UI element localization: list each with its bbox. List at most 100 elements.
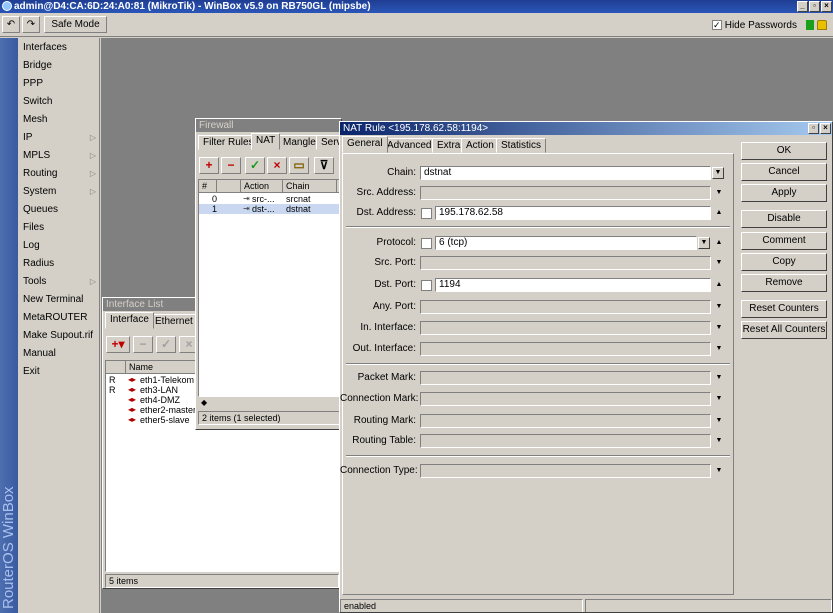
any-port-expand-icon[interactable]: ▼ (713, 300, 725, 314)
sidebar-item-interfaces[interactable]: Interfaces (18, 39, 100, 57)
col-flag[interactable] (106, 361, 126, 374)
table-row[interactable]: 0 ⇥ src-... srcnat (199, 194, 340, 204)
comment-rule-button[interactable]: ▭ (289, 157, 309, 174)
remove-rule-button[interactable]: − (221, 157, 241, 174)
src-address-expand-icon[interactable]: ▼ (713, 186, 725, 200)
sidebar-item-log[interactable]: Log (18, 237, 100, 255)
protocol-collapse-icon[interactable]: ▲ (713, 236, 725, 250)
sidebar-item-files[interactable]: Files (18, 219, 100, 237)
copy-button[interactable]: Copy (741, 253, 827, 271)
maximize-icon[interactable]: ▫ (808, 123, 819, 134)
dst-port-input[interactable]: 1194 (435, 278, 711, 292)
tab-advanced[interactable]: Advanced (382, 138, 437, 153)
sidebar-item-mesh[interactable]: Mesh (18, 111, 100, 129)
col-chain[interactable]: Chain (283, 180, 337, 193)
ok-button[interactable]: OK (741, 142, 827, 160)
cancel-button[interactable]: Cancel (741, 163, 827, 181)
dst-port-not-checkbox[interactable] (421, 280, 432, 291)
tab-nat[interactable]: NAT (251, 133, 281, 150)
tab-mangle[interactable]: Mangle (278, 135, 321, 150)
sidebar-item-metarouter[interactable]: MetaROUTER (18, 309, 100, 327)
src-address-input[interactable] (420, 186, 711, 200)
protocol-not-checkbox[interactable] (421, 238, 432, 249)
close-icon[interactable]: × (821, 1, 832, 12)
protocol-select[interactable]: 6 (tcp) (435, 236, 697, 250)
tab-general[interactable]: General (342, 136, 388, 153)
window-title-bar[interactable]: admin@D4:CA:6D:24:A0:81 (MikroTik) - Win… (0, 0, 833, 13)
hide-passwords-option[interactable]: ✓ Hide Passwords (711, 19, 827, 31)
sidebar-item-exit[interactable]: Exit (18, 363, 100, 381)
routing-mark-select[interactable] (420, 414, 711, 428)
enable-rule-button[interactable]: ✓ (245, 157, 265, 174)
out-interface-select[interactable] (420, 342, 711, 356)
protocol-dropdown-icon[interactable]: ▼ (698, 237, 710, 249)
routing-mark-expand-icon[interactable]: ▼ (713, 414, 725, 428)
sidebar-item-tools[interactable]: Tools ▷ (18, 273, 100, 291)
nat-rule-window[interactable]: NAT Rule <195.178.62.58:1194> ▫ × Genera… (339, 121, 833, 613)
packet-mark-select[interactable] (420, 371, 711, 385)
add-interface-button[interactable]: +▾ (106, 336, 130, 353)
nat-rule-title[interactable]: NAT Rule <195.178.62.58:1194> ▫ × (340, 122, 832, 135)
enable-interface-button[interactable]: ✓ (156, 336, 176, 353)
table-row[interactable]: 1 ⇥ dst-... dstnat (199, 204, 340, 214)
in-interface-expand-icon[interactable]: ▼ (713, 321, 725, 335)
dst-address-input[interactable]: 195.178.62.58 (435, 206, 711, 220)
out-interface-expand-icon[interactable]: ▼ (713, 342, 725, 356)
sidebar-item-ip[interactable]: IP ▷ (18, 129, 100, 147)
connection-mark-select[interactable] (420, 392, 711, 406)
sidebar-item-manual[interactable]: Manual (18, 345, 100, 363)
scroll-left-icon[interactable]: ◆ (198, 398, 341, 408)
sidebar-item-queues[interactable]: Queues (18, 201, 100, 219)
src-port-input[interactable] (420, 256, 711, 270)
sidebar-item-make-supout-rif[interactable]: Make Supout.rif (18, 327, 100, 345)
undo-button[interactable]: ↶ (2, 16, 20, 33)
tab-action[interactable]: Action (461, 138, 499, 153)
connection-mark-expand-icon[interactable]: ▼ (713, 392, 725, 406)
dst-port-collapse-icon[interactable]: ▲ (713, 278, 725, 292)
dst-address-not-checkbox[interactable] (421, 208, 432, 219)
hide-passwords-checkbox[interactable]: ✓ (711, 20, 722, 30)
connection-type-select[interactable] (420, 464, 711, 478)
remove-interface-button[interactable]: − (133, 336, 153, 353)
sidebar-item-bridge[interactable]: Bridge (18, 57, 100, 75)
chain-dropdown-icon[interactable]: ▼ (712, 167, 724, 179)
any-port-input[interactable] (420, 300, 711, 314)
firewall-window[interactable]: Firewall Filter Rules NAT Mangle Serv + … (195, 118, 342, 430)
tab-statistics[interactable]: Statistics (496, 138, 547, 153)
col-flags[interactable] (217, 180, 241, 193)
safe-mode-button[interactable]: Safe Mode (44, 16, 107, 33)
sidebar-item-switch[interactable]: Switch (18, 93, 100, 111)
close-icon[interactable]: × (820, 123, 831, 134)
in-interface-select[interactable] (420, 321, 711, 335)
packet-mark-expand-icon[interactable]: ▼ (713, 371, 725, 385)
disable-button[interactable]: Disable (741, 210, 827, 228)
connection-type-expand-icon[interactable]: ▼ (713, 464, 725, 478)
sidebar-item-new-terminal[interactable]: New Terminal (18, 291, 100, 309)
chain-select[interactable]: dstnat (420, 166, 711, 180)
routing-table-select[interactable] (420, 434, 711, 448)
firewall-title[interactable]: Firewall (196, 119, 341, 132)
tab-filter-rules[interactable]: Filter Rules (198, 135, 259, 150)
tab-ethernet[interactable]: Ethernet (150, 314, 198, 329)
sidebar-item-system[interactable]: System ▷ (18, 183, 100, 201)
remove-button[interactable]: Remove (741, 274, 827, 292)
sidebar-item-mpls[interactable]: MPLS ▷ (18, 147, 100, 165)
src-port-expand-icon[interactable]: ▼ (713, 256, 725, 270)
tab-interface[interactable]: Interface (105, 312, 154, 329)
filter-rule-button[interactable]: ⊽ (314, 157, 334, 174)
col-action[interactable]: Action (241, 180, 283, 193)
disable-rule-button[interactable]: × (267, 157, 287, 174)
minimize-icon[interactable]: _ (797, 1, 808, 12)
routing-table-expand-icon[interactable]: ▼ (713, 434, 725, 448)
sidebar-item-routing[interactable]: Routing ▷ (18, 165, 100, 183)
comment-button[interactable]: Comment (741, 232, 827, 250)
dst-address-collapse-icon[interactable]: ▲ (713, 206, 725, 220)
reset-counters-button[interactable]: Reset Counters (741, 300, 827, 318)
add-rule-button[interactable]: + (199, 157, 219, 174)
sidebar-item-radius[interactable]: Radius (18, 255, 100, 273)
redo-button[interactable]: ↷ (22, 16, 40, 33)
sidebar-item-ppp[interactable]: PPP (18, 75, 100, 93)
col-number[interactable]: # (199, 180, 217, 193)
maximize-icon[interactable]: ▫ (809, 1, 820, 12)
nat-rules-table[interactable]: # Action Chain 0 ⇥ src-... srcnat 1 ⇥ dst-... d… (198, 179, 341, 397)
